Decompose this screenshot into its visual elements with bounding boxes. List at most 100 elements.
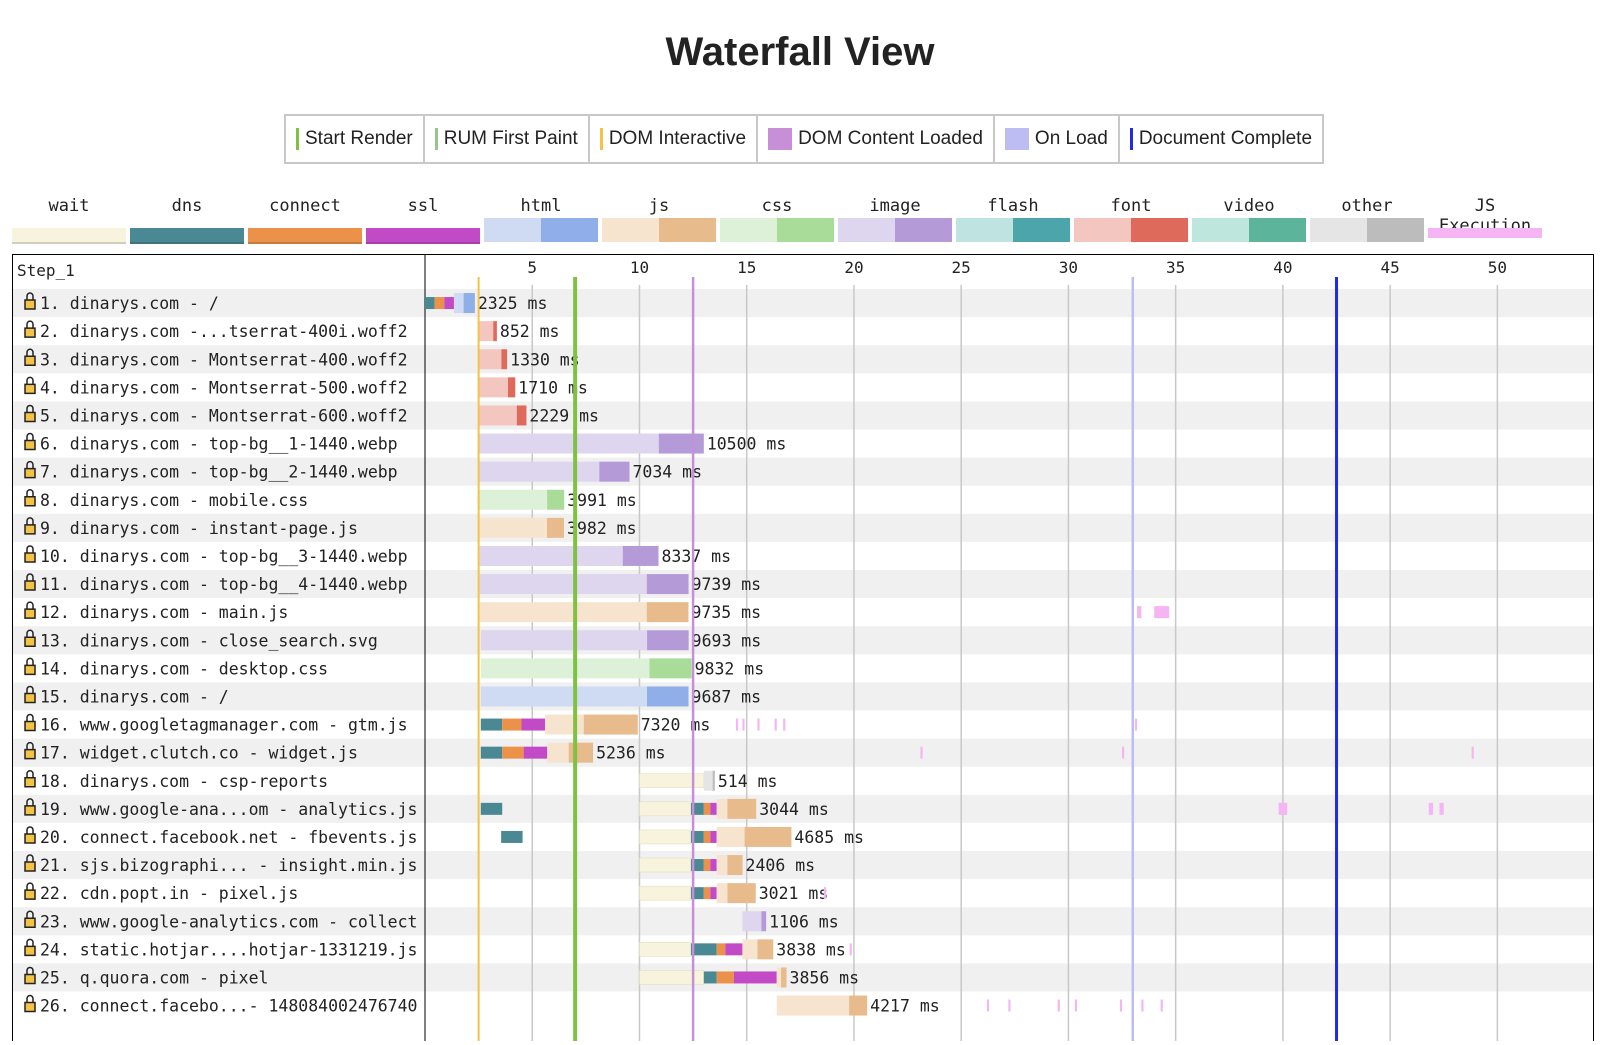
request-label: 14. dinarys.com - desktop.css bbox=[40, 659, 328, 678]
other-request-segment bbox=[703, 770, 713, 791]
duration-label: 4217 ms bbox=[870, 997, 940, 1016]
type-other: other bbox=[1310, 196, 1424, 242]
js-execution-mark bbox=[1154, 606, 1170, 619]
ssl-segment bbox=[521, 718, 546, 731]
js-download-segment bbox=[849, 995, 868, 1016]
request-label: 18. dinarys.com - csp-reports bbox=[40, 772, 328, 791]
html-request-segment bbox=[480, 686, 647, 707]
duration-label: 10500 ms bbox=[707, 435, 786, 454]
legend-on-load: On Load bbox=[995, 116, 1120, 162]
type-label: font bbox=[1110, 196, 1152, 216]
lock-icon bbox=[24, 320, 36, 338]
x-tick-label: 50 bbox=[1488, 258, 1507, 277]
js-request-segment bbox=[776, 967, 782, 988]
legend-swatch bbox=[1129, 128, 1133, 150]
connect-segment bbox=[716, 943, 726, 956]
image-request-segment bbox=[479, 574, 647, 595]
x-tick-label: 45 bbox=[1381, 258, 1400, 277]
lock-icon bbox=[24, 882, 36, 900]
ssl-segment bbox=[710, 830, 717, 843]
image-download-segment bbox=[599, 461, 630, 482]
legend-label: RUM First Paint bbox=[443, 128, 578, 149]
js-download-segment bbox=[646, 602, 689, 623]
request-label: 13. dinarys.com - close_search.svg bbox=[40, 631, 378, 650]
dns-segment bbox=[480, 718, 503, 731]
legend-swatch bbox=[1004, 128, 1029, 150]
lock-icon bbox=[24, 601, 36, 619]
js-execution-mark bbox=[1119, 999, 1123, 1012]
js-execution-mark bbox=[1141, 999, 1144, 1012]
css-request-segment bbox=[480, 658, 650, 679]
duration-label: 4685 ms bbox=[794, 828, 864, 847]
wait-segment bbox=[639, 801, 692, 817]
type-font: font bbox=[1074, 196, 1188, 242]
duration-label: 1710 ms bbox=[518, 378, 588, 397]
legend-dom-content-loaded: DOM Content Loaded bbox=[758, 116, 995, 162]
ssl-segment bbox=[710, 887, 717, 900]
duration-label: 3991 ms bbox=[567, 491, 637, 510]
duration-label: 1330 ms bbox=[510, 350, 580, 369]
connect-segment bbox=[703, 859, 711, 872]
request-label: 16. www.googletagmanager.com - gtm.js bbox=[40, 716, 408, 735]
js-request-segment bbox=[716, 883, 728, 904]
duration-label: 7034 ms bbox=[632, 463, 702, 482]
duration-label: 9687 ms bbox=[692, 687, 762, 706]
image-download-segment bbox=[658, 433, 704, 454]
request-label: 20. connect.facebook.net - fbevents.js bbox=[40, 828, 418, 847]
type-video: video bbox=[1192, 196, 1306, 242]
legend-swatch bbox=[296, 128, 299, 150]
js-download-segment bbox=[727, 855, 743, 876]
legend-label: On Load bbox=[1034, 128, 1108, 149]
js-execution-mark bbox=[1471, 746, 1474, 759]
js-download-segment bbox=[546, 517, 565, 538]
lock-icon bbox=[24, 657, 36, 676]
lock-icon bbox=[24, 938, 36, 957]
dns-segment bbox=[480, 746, 503, 759]
ssl-segment bbox=[710, 802, 717, 815]
type-label: wait bbox=[48, 196, 90, 216]
js-request-segment bbox=[776, 995, 850, 1016]
wait-segment bbox=[639, 885, 692, 901]
other-download-segment bbox=[712, 770, 715, 791]
js-request-segment bbox=[742, 939, 758, 960]
request-label: 8. dinarys.com - mobile.css bbox=[40, 491, 308, 510]
js-execution-mark bbox=[742, 718, 745, 731]
js-execution-mark bbox=[849, 943, 852, 956]
lock-icon bbox=[24, 994, 36, 1013]
image-download-segment bbox=[646, 574, 689, 595]
waterfall-svg: Step_1 5 10 15 20 25 30 35 40 45 50 1. dinarys.com… bbox=[13, 255, 1593, 1041]
type-image: image bbox=[838, 196, 952, 242]
type-swatch bbox=[248, 228, 362, 244]
image-request-segment bbox=[479, 545, 623, 566]
type-label: html bbox=[520, 196, 562, 216]
type-swatch bbox=[1310, 218, 1424, 242]
type-swatch bbox=[1192, 218, 1306, 242]
step-label: Step_1 bbox=[17, 261, 75, 280]
js-execution-mark bbox=[1160, 999, 1163, 1012]
request-label: 12. dinarys.com - main.js bbox=[40, 603, 288, 622]
legend-start-render: Start Render bbox=[286, 116, 425, 162]
ssl-segment bbox=[733, 971, 777, 984]
type-label: video bbox=[1223, 196, 1275, 216]
css-download-segment bbox=[547, 489, 565, 510]
request-label: 2. dinarys.com -...tserrat-400i.woff2 bbox=[40, 322, 408, 341]
x-tick-label: 30 bbox=[1059, 258, 1078, 277]
request-label: 23. www.google-analytics.com - collect bbox=[40, 912, 418, 931]
duration-label: 9735 ms bbox=[691, 603, 761, 622]
lock-icon bbox=[24, 713, 36, 732]
request-label: 22. cdn.popt.in - pixel.js bbox=[40, 884, 298, 903]
ssl-segment bbox=[444, 297, 454, 310]
legend-label: Start Render bbox=[305, 128, 413, 149]
type-wait: wait bbox=[12, 196, 126, 244]
legend-rum-first-paint: RUM First Paint bbox=[425, 116, 590, 162]
duration-label: 9832 ms bbox=[695, 659, 765, 678]
dns-segment bbox=[690, 943, 717, 956]
js-execution-mark bbox=[1137, 606, 1142, 619]
js-execution-mark bbox=[1008, 999, 1011, 1012]
request-label: 1. dinarys.com - / bbox=[40, 294, 219, 313]
js-request-segment bbox=[478, 517, 547, 538]
js-request-segment bbox=[547, 742, 569, 763]
marker-legend: Start Render RUM First Paint DOM Interacti… bbox=[284, 114, 1325, 164]
dns-segment bbox=[425, 297, 435, 310]
request-label: 4. dinarys.com - Montserrat-500.woff2 bbox=[40, 378, 408, 397]
